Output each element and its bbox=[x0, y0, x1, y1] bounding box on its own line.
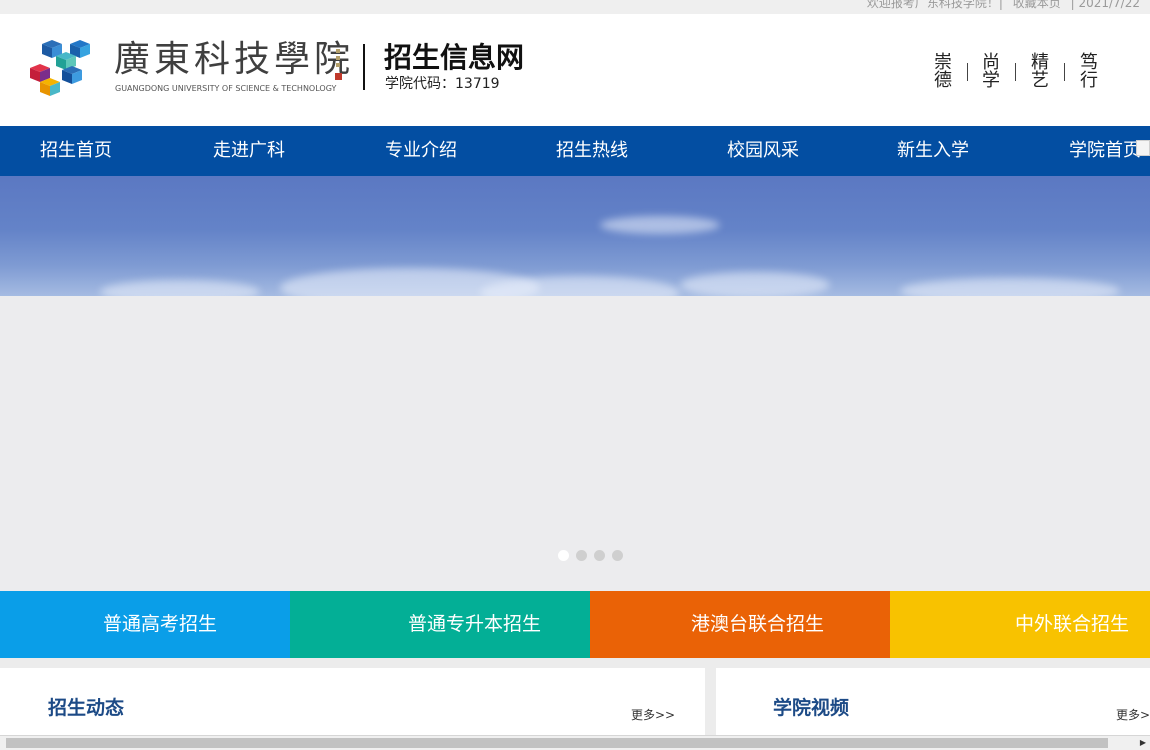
motto-separator bbox=[1015, 63, 1016, 81]
motto-col-4: 笃 行 bbox=[1079, 54, 1099, 90]
nav-item-home[interactable]: 招生首页 bbox=[40, 126, 112, 176]
tile-label: 中外联合招生 bbox=[1015, 613, 1130, 635]
broken-image-icon bbox=[1136, 140, 1150, 156]
motto-separator bbox=[967, 63, 968, 81]
top-utility-bar: 欢迎报考广东科技学院！| 收藏本页 | 2021/7/22 bbox=[0, 0, 1150, 14]
motto-char: 学 bbox=[982, 70, 1000, 91]
carousel-dot-3[interactable] bbox=[594, 550, 605, 561]
horizontal-scrollbar[interactable]: ▶ bbox=[0, 735, 1150, 750]
admission-category-tiles: 普通高考招生 普通专升本招生 港澳台联合招生 中外联合招生 bbox=[0, 591, 1150, 658]
scrollbar-thumb[interactable] bbox=[6, 738, 1108, 748]
date-text: | 2021/7/22 bbox=[1070, 0, 1140, 10]
motto-char: 德 bbox=[934, 70, 952, 91]
carousel-dot-4[interactable] bbox=[612, 550, 623, 561]
motto-char: 行 bbox=[1080, 70, 1098, 91]
nav-item-majors[interactable]: 专业介绍 bbox=[385, 126, 457, 176]
main-nav: 招生首页 走进广科 专业介绍 招生热线 校园风采 新生入学 学院首页 bbox=[0, 126, 1150, 176]
news-panel-title: 招生动态 bbox=[48, 697, 125, 719]
top-utility-text: 欢迎报考广东科技学院！| 收藏本页 | 2021/7/22 bbox=[861, 0, 1140, 11]
video-more-link[interactable]: 更多>> bbox=[1116, 706, 1150, 723]
nav-item-freshmen[interactable]: 新生入学 bbox=[897, 126, 969, 176]
motto-col-2: 尚 学 bbox=[981, 54, 1001, 90]
hero-banner bbox=[0, 176, 1150, 591]
motto-col-3: 精 艺 bbox=[1030, 54, 1050, 90]
carousel-dot-2[interactable] bbox=[576, 550, 587, 561]
school-name-cn: 廣東科技學院 bbox=[114, 39, 355, 80]
tile-label: 普通专升本招生 bbox=[408, 613, 542, 635]
motto-col-1: 崇 德 bbox=[933, 54, 953, 90]
school-logo-icon[interactable] bbox=[22, 40, 102, 96]
seal-mark bbox=[334, 46, 344, 82]
news-panel: 招生动态 更多>> bbox=[0, 668, 705, 738]
tile-label: 港澳台联合招生 bbox=[691, 613, 825, 635]
scroll-right-arrow-icon[interactable]: ▶ bbox=[1136, 736, 1150, 750]
nav-item-college-home[interactable]: 学院首页 bbox=[1069, 126, 1141, 176]
news-more-link[interactable]: 更多>> bbox=[631, 706, 675, 723]
video-panel-title: 学院视频 bbox=[773, 697, 850, 719]
tile-zhuanshengben[interactable]: 普通专升本招生 bbox=[290, 591, 590, 658]
tile-sino-foreign[interactable]: 中外联合招生 bbox=[890, 591, 1150, 658]
tile-label: 普通高考招生 bbox=[103, 613, 218, 635]
tile-gaokao[interactable]: 普通高考招生 bbox=[0, 591, 290, 658]
header-divider bbox=[363, 44, 365, 90]
nav-item-campus[interactable]: 校园风采 bbox=[727, 126, 799, 176]
nav-item-hotline[interactable]: 招生热线 bbox=[556, 126, 628, 176]
school-name-en: GUANGDONG UNIVERSITY OF SCIENCE & TECHNO… bbox=[115, 84, 337, 93]
banner-sky-image bbox=[0, 176, 1150, 296]
carousel-dot-1[interactable] bbox=[558, 550, 569, 561]
tile-hk-macau-taiwan[interactable]: 港澳台联合招生 bbox=[590, 591, 890, 658]
motto-separator bbox=[1064, 63, 1065, 81]
welcome-text: 欢迎报考广东科技学院！| bbox=[866, 0, 1003, 10]
site-header: 廣東科技學院 GUANGDONG UNIVERSITY OF SCIENCE &… bbox=[0, 14, 1150, 126]
video-panel: 学院视频 更多>> bbox=[716, 668, 1150, 738]
nav-item-about[interactable]: 走进广科 bbox=[213, 126, 285, 176]
school-code: 学院代码：13719 bbox=[385, 76, 500, 92]
site-title: 招生信息网 bbox=[384, 41, 525, 74]
motto-char: 艺 bbox=[1031, 70, 1049, 91]
bookmark-link[interactable]: 收藏本页 bbox=[1013, 0, 1061, 10]
